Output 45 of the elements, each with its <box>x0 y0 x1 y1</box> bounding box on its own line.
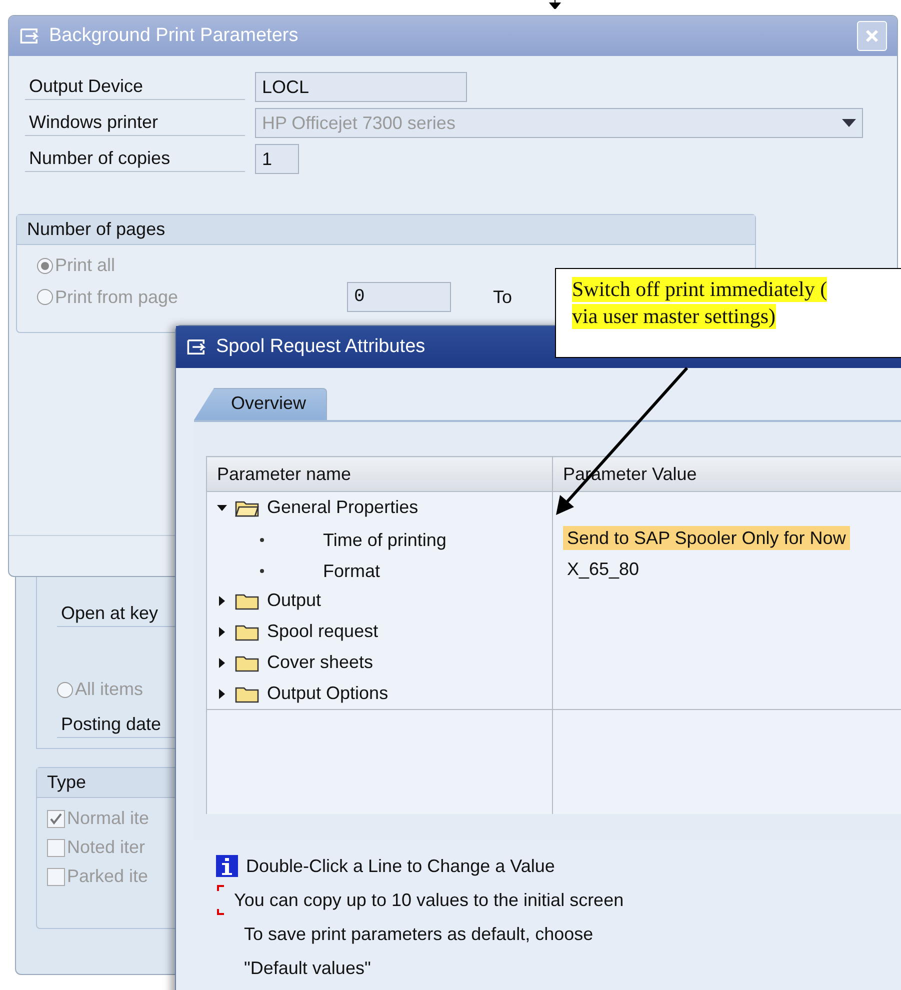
collapsed-triangle-icon[interactable] <box>217 626 227 637</box>
close-icon <box>864 28 880 44</box>
info-icon <box>216 855 238 877</box>
folder-icon <box>235 622 259 641</box>
window-title: Background Print Parameters <box>49 25 298 47</box>
checkbox-label: Noted iter <box>67 837 146 858</box>
column-header[interactable]: Parameter name <box>206 456 552 492</box>
message-text: To save print parameters as default, choose <box>244 924 594 944</box>
radio-button[interactable] <box>57 682 73 698</box>
window-icon <box>19 27 41 45</box>
radio-label: Print all <box>55 255 116 276</box>
collapsed-triangle-icon[interactable] <box>217 658 227 668</box>
parameter-name[interactable]: Time of printing <box>323 530 446 551</box>
input-field[interactable]: LOCL <box>255 72 467 102</box>
window-title: Spool Request Attributes <box>216 336 426 358</box>
parameter-value[interactable]: Send to SAP Spooler Only for Now <box>563 526 850 550</box>
checkbox-label: Normal ite <box>67 808 150 829</box>
field-label: To <box>493 286 512 308</box>
group-title: Number of pages <box>17 215 755 245</box>
field-label: Output Device <box>25 74 245 100</box>
bracket-icon <box>216 885 226 915</box>
tab[interactable]: Overview <box>194 388 328 420</box>
parameter-value[interactable]: X_65_80 <box>563 557 644 581</box>
folder-icon <box>235 592 259 610</box>
parameter-name[interactable]: Format <box>323 560 380 582</box>
message-text: Double-Click a Line to Change a Value <box>246 856 555 876</box>
radio-label: Print from page <box>55 286 180 308</box>
callout-text: via user master settings) <box>572 304 776 329</box>
input-field[interactable]: 1 <box>255 144 299 174</box>
collapsed-triangle-icon[interactable] <box>217 596 227 606</box>
folder-icon <box>235 654 259 672</box>
callout-text: Switch off print immediately ( <box>572 277 828 302</box>
arrow-icon <box>548 0 562 9</box>
message-text: "Default values" <box>244 958 371 978</box>
dropdown-arrow-icon <box>842 119 856 127</box>
checkbox-label: Parked ite <box>67 866 148 887</box>
field-label: Windows printer <box>25 110 245 136</box>
radio-label: All items <box>75 679 144 700</box>
folder-icon <box>235 684 259 703</box>
field-label: Number of copies <box>25 146 245 172</box>
message-text: You can copy up to 10 values to the initial screen <box>234 890 624 910</box>
window-icon <box>186 338 208 356</box>
folder-icon <box>235 498 259 517</box>
collapsed-triangle-icon[interactable] <box>217 688 227 699</box>
expanded-triangle-icon[interactable] <box>217 502 227 513</box>
